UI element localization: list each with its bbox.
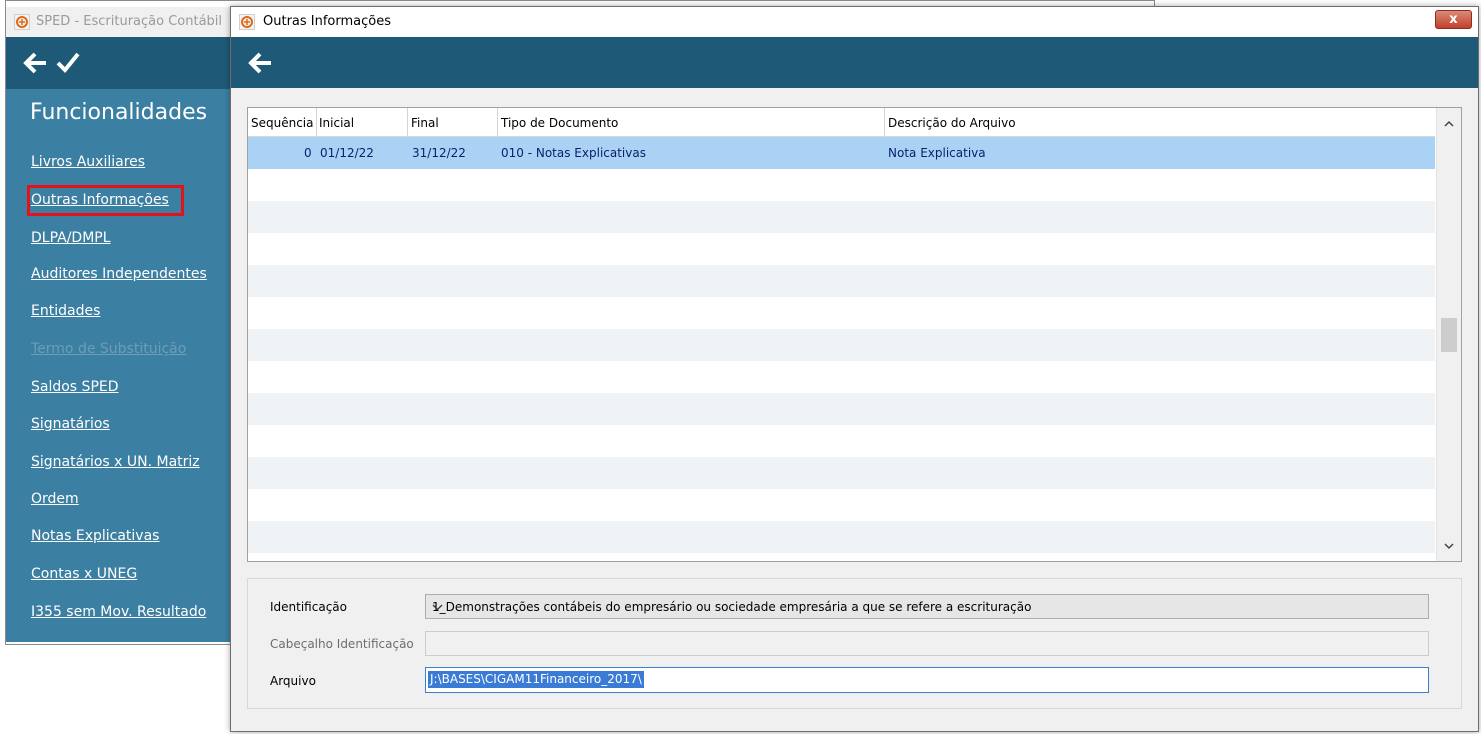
arrow-left-icon[interactable] (247, 51, 273, 78)
arquivo-label: Arquivo (270, 674, 316, 688)
cell-tipo-documento: 010 - Notas Explicativas (501, 146, 646, 160)
grid-vertical-scrollbar[interactable] (1436, 108, 1461, 561)
sidebar-title: Funcionalidades (30, 100, 208, 125)
arquivo-value-selected[interactable]: J:\BASES\CIGAM11Financeiro_2017\ (428, 671, 644, 688)
sidebar-item-signatarios-un-matriz[interactable]: Signatários x UN. Matriz (31, 454, 200, 470)
column-header-inicial[interactable]: Inicial (319, 116, 354, 130)
dialog-title: Outras Informações (263, 14, 392, 29)
close-icon: x (1449, 12, 1458, 27)
highlight-box (27, 185, 184, 216)
cabecalho-identificacao-field (425, 631, 1429, 656)
column-header-sequencia[interactable]: Sequência (251, 116, 314, 130)
chevron-down-icon[interactable] (1444, 539, 1454, 553)
column-header-descricao-arquivo[interactable]: Descrição do Arquivo (888, 116, 1016, 130)
table-row[interactable]: 0 01/12/22 31/12/22 010 - Notas Explicat… (248, 137, 1435, 169)
scroll-thumb[interactable] (1441, 318, 1457, 352)
sidebar-item-contas-uneg[interactable]: Contas x UNEG (31, 566, 137, 582)
column-header-tipo-documento[interactable]: Tipo de Documento (501, 116, 618, 130)
sped-app-icon (239, 14, 255, 30)
main-window-title: SPED - Escrituração Contábil (36, 14, 223, 29)
sidebar-item-saldos-sped[interactable]: Saldos SPED (31, 379, 119, 395)
cabecalho-identificacao-label: Cabeçalho Identificação (270, 637, 414, 651)
table-row-empty (248, 265, 1435, 297)
dialog-toolbar (231, 37, 1478, 88)
cell-inicial: 01/12/22 (320, 146, 374, 160)
table-row-empty (248, 233, 1435, 265)
arrow-left-icon[interactable] (22, 51, 48, 78)
identificacao-select[interactable]: 1_Demonstrações contábeis do empresário … (425, 594, 1429, 619)
cell-final: 31/12/22 (412, 146, 466, 160)
column-header-final[interactable]: Final (411, 116, 439, 130)
table-row-empty (248, 393, 1435, 425)
sidebar-item-signatarios[interactable]: Signatários (31, 416, 110, 432)
table-row-empty (248, 329, 1435, 361)
table-row-empty (248, 425, 1435, 457)
sidebar-item-ordem[interactable]: Ordem (31, 491, 79, 507)
table-row-empty (248, 201, 1435, 233)
sidebar-item-dlpa-dmpl[interactable]: DLPA/DMPL (31, 230, 111, 246)
table-row-empty (248, 457, 1435, 489)
sidebar-item-entidades[interactable]: Entidades (31, 303, 100, 319)
table-row-empty (248, 489, 1435, 521)
sidebar (6, 89, 231, 642)
sped-app-icon (14, 14, 30, 30)
identificacao-label: Identificação (270, 600, 347, 614)
table-row-empty (248, 521, 1435, 553)
chevron-down-icon[interactable] (432, 600, 1420, 614)
table-row-empty (248, 169, 1435, 201)
grid-header: Sequência Inicial Final Tipo de Document… (248, 108, 1435, 137)
dialog-titlebar: Outras Informações x (231, 7, 1478, 37)
close-button[interactable]: x (1435, 10, 1472, 29)
sidebar-item-auditores-independentes[interactable]: Auditores Independentes (31, 266, 207, 282)
outras-informacoes-dialog: Outras Informações x Sequência Inicial F… (230, 6, 1479, 732)
sidebar-item-notas-explicativas[interactable]: Notas Explicativas (31, 528, 159, 544)
table-row-empty (248, 361, 1435, 393)
sidebar-item-i355-sem-mov[interactable]: I355 sem Mov. Resultado (31, 604, 206, 620)
cell-sequencia: 0 (304, 146, 312, 160)
table-row-empty (248, 297, 1435, 329)
sidebar-item-termo-substituicao: Termo de Substituição (31, 341, 187, 357)
documents-grid[interactable]: Sequência Inicial Final Tipo de Document… (247, 107, 1462, 562)
cell-descricao-arquivo: Nota Explicativa (888, 146, 986, 160)
sidebar-item-livros-auxiliares[interactable]: Livros Auxiliares (31, 154, 145, 170)
check-icon[interactable] (56, 51, 80, 76)
chevron-up-icon[interactable] (1444, 116, 1454, 130)
